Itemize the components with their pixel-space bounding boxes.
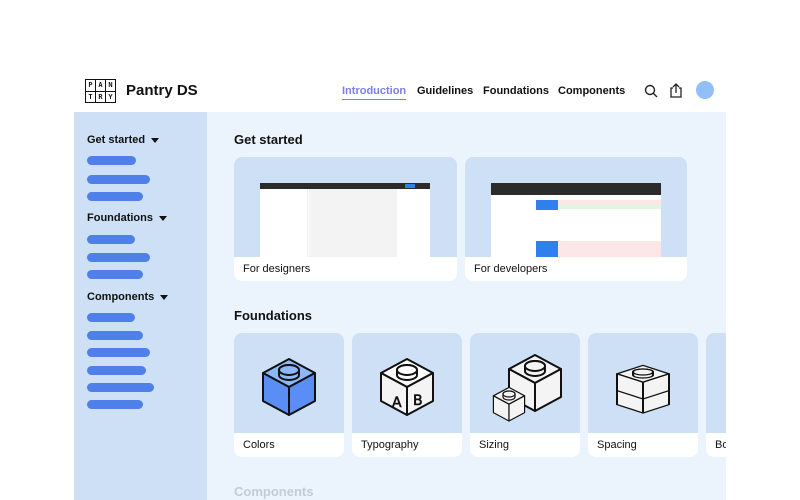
sidebar-item[interactable] — [87, 313, 135, 322]
card-label: For developers — [474, 263, 548, 275]
card-label: For designers — [243, 263, 311, 275]
design-app-preview — [260, 183, 430, 257]
top-header: P A N T R Y Pantry DS Introduction Guide… — [74, 70, 726, 112]
section-label: Components — [87, 291, 155, 303]
foundation-card[interactable]: Spacing — [588, 333, 698, 457]
section-label: Foundations — [87, 212, 153, 224]
card-for-designers[interactable]: For designers — [234, 157, 457, 281]
logo-letter: P — [86, 80, 95, 91]
sidebar-item[interactable] — [87, 348, 150, 357]
sidebar-item[interactable] — [87, 175, 150, 184]
avatar[interactable] — [696, 81, 714, 99]
card-for-developers[interactable]: For developers — [465, 157, 687, 281]
foundation-card[interactable]: Colors — [234, 333, 344, 457]
share-icon[interactable] — [670, 83, 682, 98]
sidebar-item[interactable] — [87, 156, 136, 165]
brand-name[interactable]: Pantry DS — [126, 82, 198, 99]
section-label: Get started — [87, 134, 146, 146]
svg-text:B: B — [413, 393, 423, 409]
nav-guidelines[interactable]: Guidelines — [417, 85, 473, 97]
components-heading: Components — [234, 484, 314, 499]
cube-sizing-icon — [492, 354, 562, 422]
logo-letter: N — [106, 80, 115, 91]
nav-foundations[interactable]: Foundations — [483, 85, 549, 97]
foundation-card[interactable]: Bo — [706, 333, 726, 457]
nav-components[interactable]: Components — [558, 85, 625, 97]
card-illustration: AB — [352, 333, 462, 433]
sidebar-item[interactable] — [87, 366, 146, 375]
search-icon[interactable] — [644, 84, 658, 98]
get-started-heading: Get started — [234, 132, 303, 147]
sidebar-item[interactable] — [87, 253, 150, 262]
developer-tool-screenshot — [465, 157, 687, 257]
card-illustration — [706, 333, 726, 433]
sidebar-section-components[interactable]: Components — [87, 291, 169, 303]
sidebar: Get started Foundations Components — [74, 112, 207, 500]
card-label: Typography — [361, 439, 419, 451]
sidebar-section-get-started[interactable]: Get started — [87, 134, 160, 146]
caret-down-icon — [151, 137, 160, 143]
card-label: Bo — [715, 439, 726, 451]
app-window: P A N T R Y Pantry DS Introduction Guide… — [74, 70, 726, 500]
sidebar-item[interactable] — [87, 400, 143, 409]
borders-icon — [706, 333, 726, 433]
foundation-card[interactable]: A B Typography — [352, 333, 462, 457]
caret-down-icon — [160, 294, 169, 300]
card-illustration — [588, 333, 698, 433]
logo-letter: Y — [106, 91, 115, 102]
code-diff-preview — [491, 183, 661, 257]
main-content: Get started For designers For developers… — [207, 112, 726, 500]
card-label: Colors — [243, 439, 275, 451]
card-label: Spacing — [597, 439, 637, 451]
cube-typography-icon: AB — [380, 358, 434, 416]
foundation-card[interactable]: Sizing — [470, 333, 580, 457]
cube-colors-icon — [262, 358, 316, 416]
sidebar-item[interactable] — [87, 331, 143, 340]
sidebar-section-foundations[interactable]: Foundations — [87, 212, 167, 224]
foundations-heading: Foundations — [234, 308, 312, 323]
card-label: Sizing — [479, 439, 509, 451]
sidebar-item[interactable] — [87, 235, 135, 244]
sidebar-item[interactable] — [87, 192, 143, 201]
logo-letter: R — [96, 91, 105, 102]
cube-spacing-icon — [616, 364, 670, 414]
sidebar-item[interactable] — [87, 383, 154, 392]
card-illustration — [470, 333, 580, 433]
svg-text:A: A — [392, 395, 402, 411]
card-illustration — [234, 333, 344, 433]
sidebar-item[interactable] — [87, 270, 143, 279]
logo-letter: A — [96, 80, 105, 91]
pantry-logo[interactable]: P A N T R Y — [85, 79, 116, 103]
nav-introduction[interactable]: Introduction — [342, 85, 407, 100]
logo-letter: T — [86, 91, 95, 102]
caret-down-icon — [159, 215, 167, 221]
designer-tool-screenshot — [234, 157, 457, 257]
